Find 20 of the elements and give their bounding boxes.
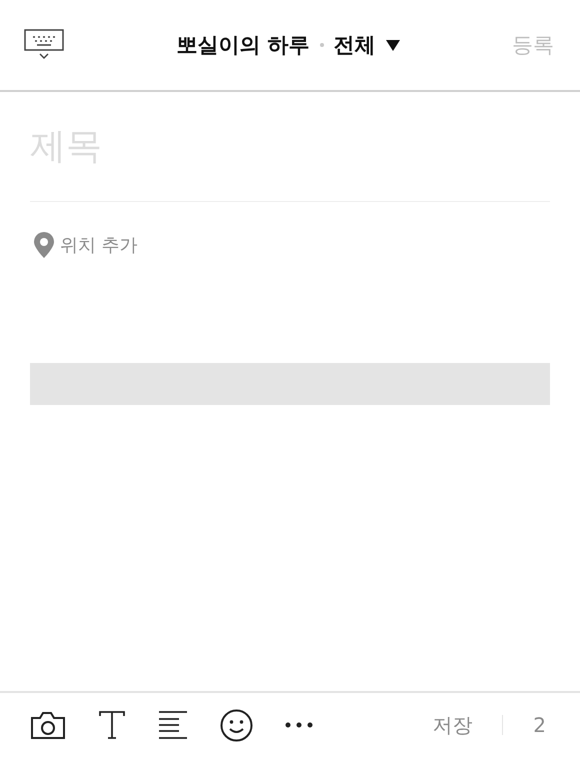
more-icon bbox=[285, 722, 313, 728]
save-button[interactable]: 저장 bbox=[432, 712, 472, 738]
draft-count: 2 bbox=[533, 713, 546, 737]
keyboard-icon bbox=[24, 29, 64, 61]
caret-icon bbox=[386, 40, 400, 50]
add-location-button[interactable]: 위치 추가 bbox=[30, 232, 138, 258]
align-tool-button[interactable] bbox=[158, 710, 188, 740]
smiley-icon bbox=[220, 708, 253, 742]
blog-title: 뽀실이의 하루 bbox=[176, 32, 310, 59]
camera-icon bbox=[30, 710, 66, 740]
category-dropdown[interactable]: 전체 bbox=[334, 31, 400, 59]
keyboard-hide-button[interactable] bbox=[24, 29, 64, 61]
more-tool-button[interactable] bbox=[285, 722, 313, 728]
align-left-icon bbox=[158, 710, 188, 740]
emoji-tool-button[interactable] bbox=[220, 708, 253, 742]
camera-tool-button[interactable] bbox=[30, 710, 66, 740]
map-pin-icon bbox=[34, 232, 54, 258]
text-icon bbox=[98, 710, 126, 740]
text-tool-button[interactable] bbox=[98, 710, 126, 740]
separator-dot bbox=[320, 43, 324, 47]
